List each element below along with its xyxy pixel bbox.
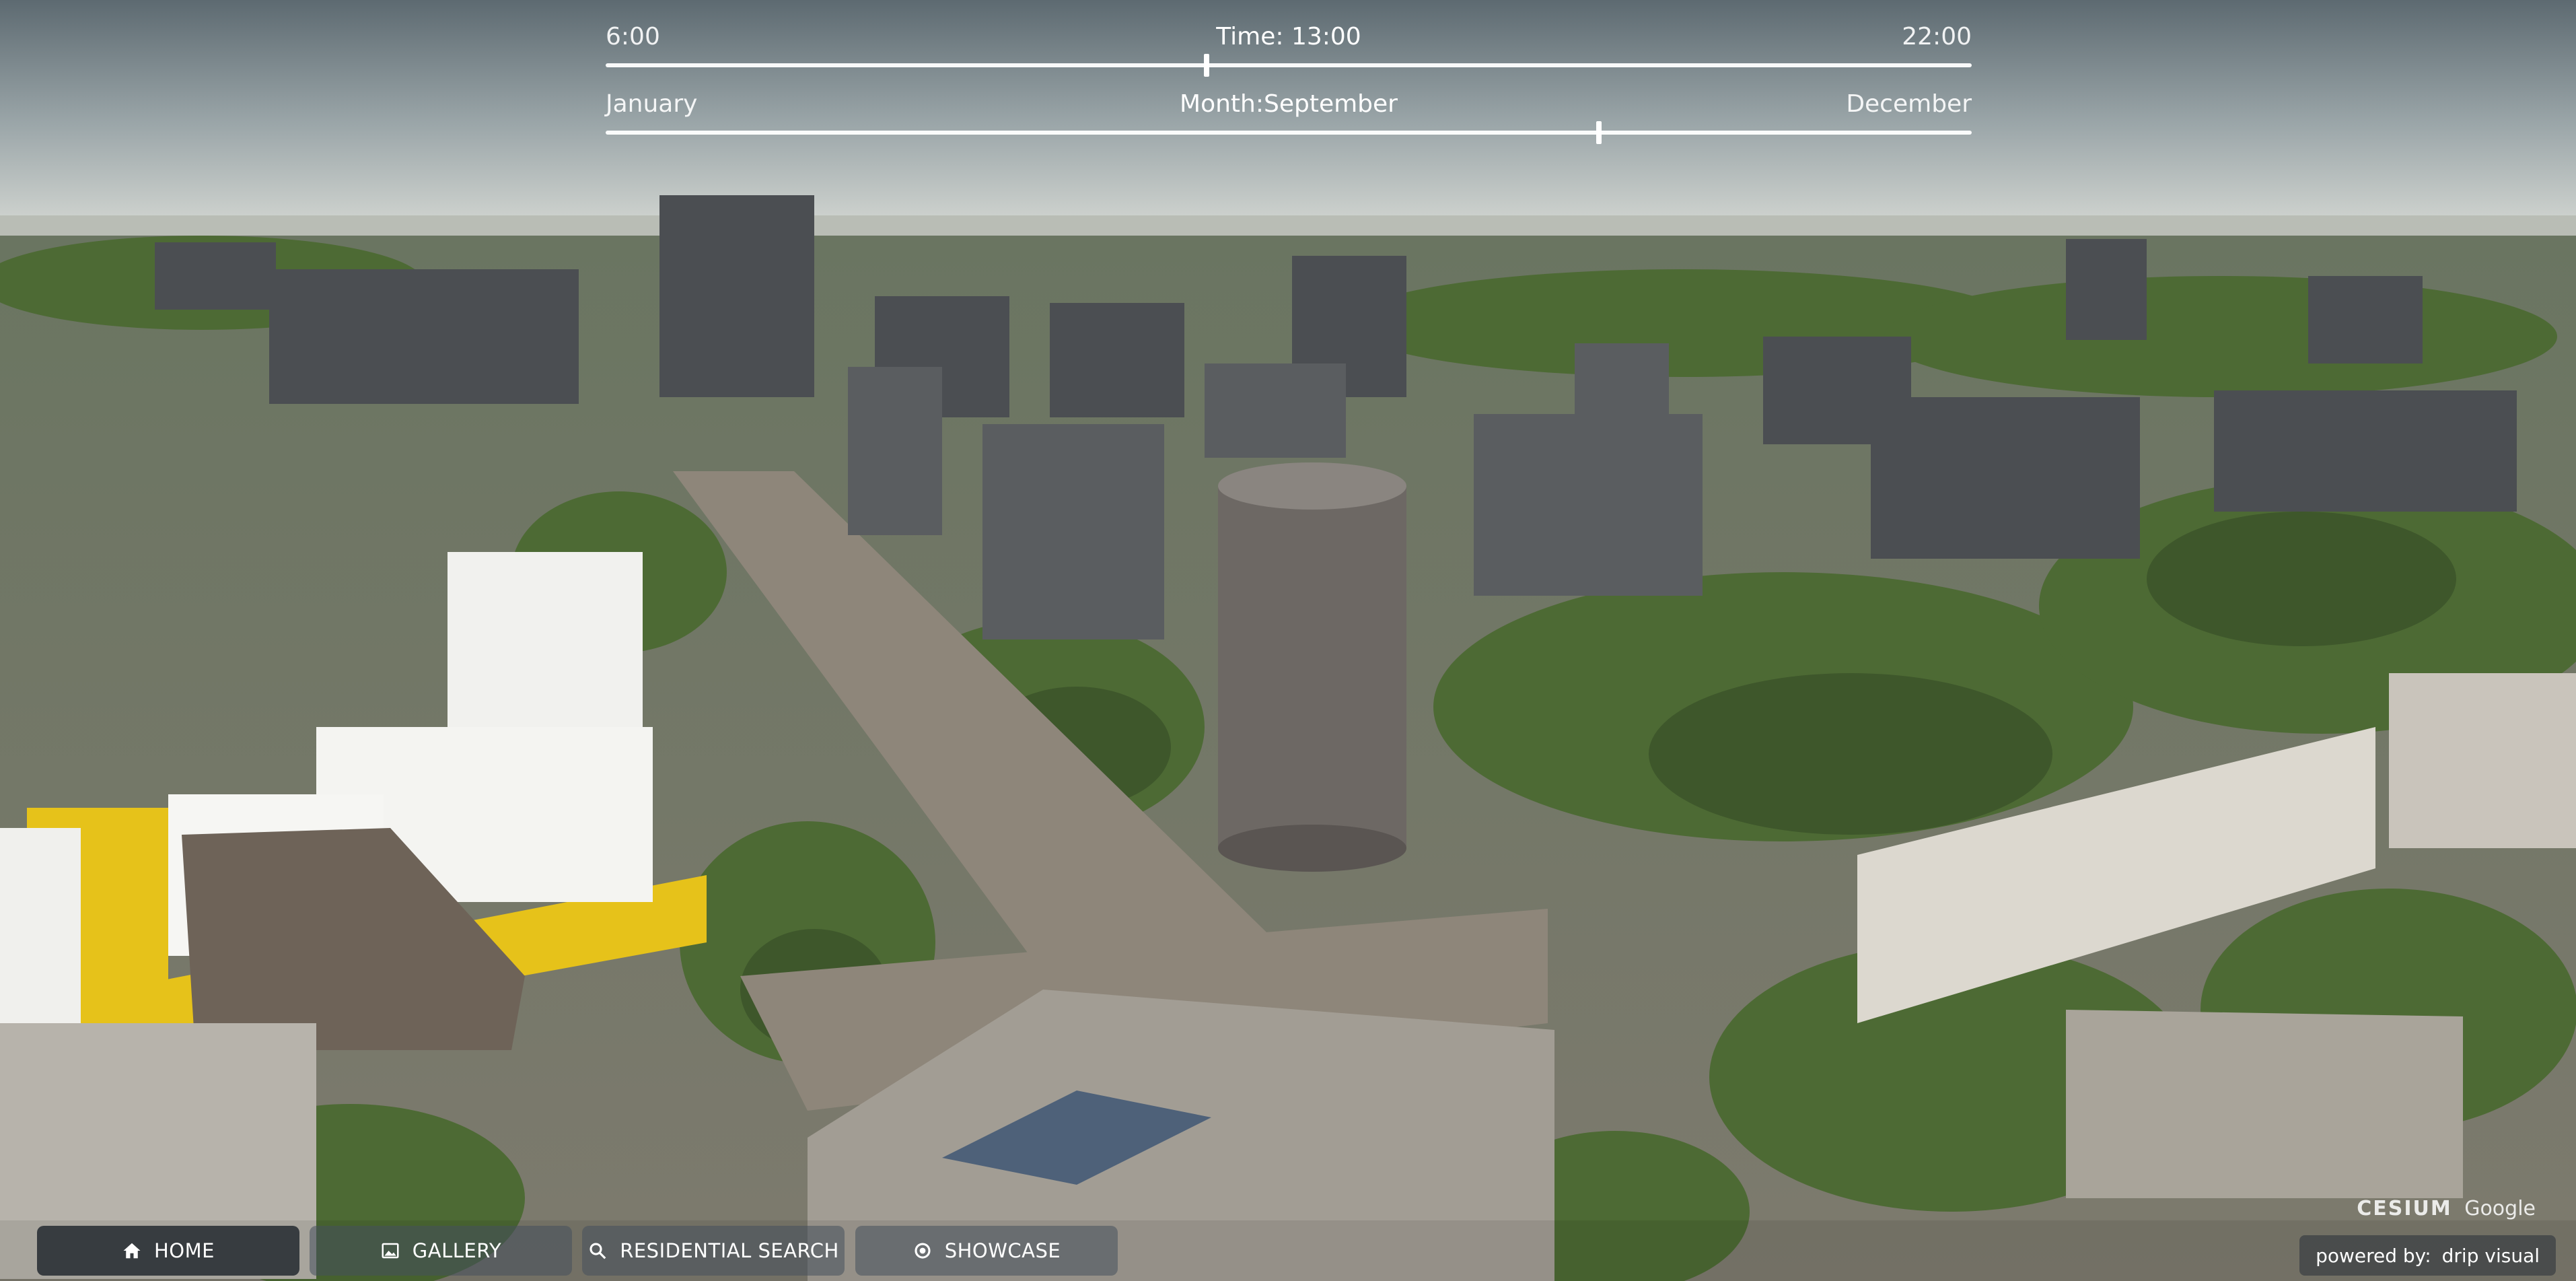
attribution-logos: CESIUM Google (2357, 1197, 2536, 1220)
city-3d-viewport[interactable] (0, 0, 2576, 1281)
time-slider-thumb[interactable] (1204, 54, 1210, 77)
round-tower (1218, 462, 1406, 872)
residential-search-label: RESIDENTIAL SEARCH (620, 1239, 839, 1262)
month-slider-thumb[interactable] (1596, 121, 1602, 144)
time-slider-track[interactable] (606, 54, 1972, 77)
cesium-logo: CESIUM (2357, 1197, 2452, 1220)
home-label: HOME (154, 1239, 215, 1262)
drip-visual-brand: drip visual (2441, 1244, 2540, 1267)
gallery-button[interactable]: GALLERY (310, 1226, 572, 1276)
showcase-button[interactable]: SHOWCASE (855, 1226, 1118, 1276)
time-slider[interactable]: 6:00 Time: 13:00 22:00 (606, 23, 1972, 77)
home-button[interactable]: HOME (37, 1226, 299, 1276)
home-icon (123, 1243, 141, 1259)
month-max-label: December (1846, 90, 1972, 118)
time-min-label: 6:00 (606, 23, 660, 50)
month-slider[interactable]: January Month:September December (606, 90, 1972, 144)
google-logo: Google (2464, 1197, 2536, 1220)
time-max-label: 22:00 (1902, 23, 1972, 50)
month-slider-labels: January Month:September December (606, 90, 1972, 131)
gallery-label: GALLERY (412, 1239, 502, 1262)
month-current-label: Month:September (1180, 90, 1398, 118)
residential-search-button[interactable]: RESIDENTIAL SEARCH (582, 1226, 845, 1276)
month-slider-track[interactable] (606, 121, 1972, 144)
showcase-label: SHOWCASE (944, 1239, 1061, 1262)
search-icon (589, 1243, 606, 1259)
image-icon (382, 1243, 399, 1259)
month-min-label: January (606, 90, 698, 118)
bottom-nav-bar: HOME GALLERY RESIDENTIAL SEARCH SHOWCASE… (0, 1220, 2576, 1281)
showcase-icon (915, 1243, 931, 1259)
powered-by-label: powered by: (2316, 1244, 2431, 1267)
time-slider-labels: 6:00 Time: 13:00 22:00 (606, 23, 1972, 63)
powered-by-badge[interactable]: powered by: drip visual (2299, 1235, 2556, 1276)
time-current-label: Time: 13:00 (1216, 23, 1361, 50)
